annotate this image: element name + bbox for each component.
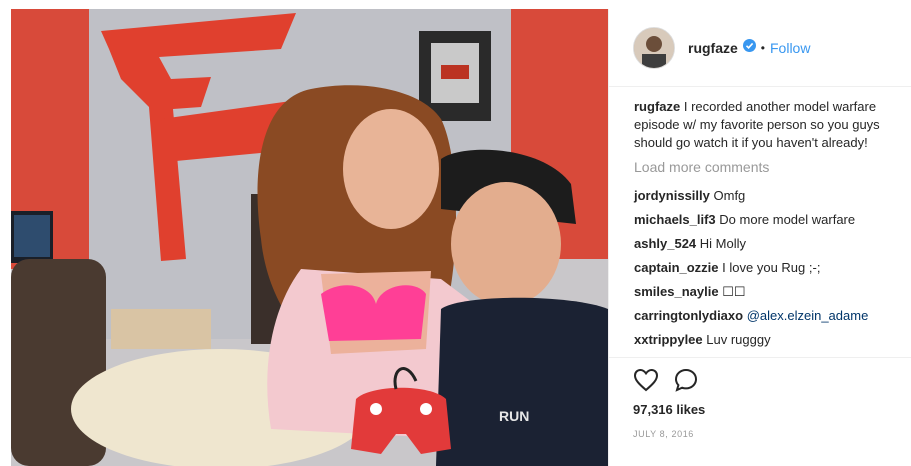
verified-badge-icon bbox=[742, 38, 756, 57]
comment-username[interactable]: xxtrippylee bbox=[634, 332, 703, 347]
shirt-text: RUN bbox=[499, 408, 529, 424]
likes-count[interactable]: 97,316 likes bbox=[633, 402, 911, 417]
follow-button[interactable]: Follow bbox=[770, 40, 810, 56]
comment-row: smiles_naylie ☐☐ bbox=[634, 280, 911, 304]
comment-text: Do more model warfare bbox=[719, 212, 856, 227]
comment-username[interactable]: michaels_lif3 bbox=[634, 212, 716, 227]
comment-text: I love you Rug ;-; bbox=[722, 260, 821, 275]
post-actions: 97,316 likes JULY 8, 2016 bbox=[609, 357, 911, 439]
load-more-comments-button[interactable]: Load more comments bbox=[634, 158, 911, 176]
comment-text: Hi Molly bbox=[699, 236, 747, 251]
post-header: rugfaze • Follow bbox=[609, 9, 911, 87]
comment-text: Luv rugggy bbox=[706, 332, 771, 347]
comment-row: michaels_lif3 Do more model warfare bbox=[634, 208, 911, 232]
comment-text: ☐☐ bbox=[722, 284, 746, 299]
comment-row: ashly_524 Hi Molly bbox=[634, 232, 911, 256]
comment-username[interactable]: smiles_naylie bbox=[634, 284, 719, 299]
post-date[interactable]: JULY 8, 2016 bbox=[633, 429, 911, 439]
comment-username[interactable]: ashly_524 bbox=[634, 236, 696, 251]
comment-row: carringtonlydiaxo @alex.elzein_adame bbox=[634, 304, 911, 328]
comment-row: captain_ozzie I love you Rug ;-; bbox=[634, 256, 911, 280]
post-photo[interactable]: RUN bbox=[11, 9, 608, 466]
comment-mention-link[interactable]: @alex.elzein_adame bbox=[747, 308, 869, 323]
comment-icon[interactable] bbox=[673, 367, 699, 398]
photo-illustration: RUN bbox=[11, 9, 608, 466]
post-sidebar: rugfaze • Follow rugfaze I recorded anot… bbox=[608, 9, 911, 466]
avatar[interactable] bbox=[633, 26, 675, 69]
comments-section: rugfaze I recorded another model warfare… bbox=[609, 87, 911, 352]
caption: rugfaze I recorded another model warfare… bbox=[634, 98, 904, 152]
comment-username[interactable]: captain_ozzie bbox=[634, 260, 719, 275]
avatar-icon bbox=[634, 27, 674, 68]
comment-row: xxtrippylee Luv rugggy bbox=[634, 328, 911, 352]
action-icons bbox=[633, 368, 911, 396]
separator-dot: • bbox=[760, 40, 765, 55]
comment-row: jordynissilly Omfg bbox=[634, 184, 911, 208]
caption-username[interactable]: rugfaze bbox=[634, 99, 680, 114]
comment-username[interactable]: carringtonlydiaxo bbox=[634, 308, 743, 323]
comment-username[interactable]: jordynissilly bbox=[634, 188, 710, 203]
header-username[interactable]: rugfaze bbox=[688, 40, 738, 56]
comment-text: Omfg bbox=[713, 188, 746, 203]
heart-icon[interactable] bbox=[633, 368, 659, 397]
instagram-post: RUN rugfaze • Follow rugfaze I recorded … bbox=[0, 0, 911, 466]
